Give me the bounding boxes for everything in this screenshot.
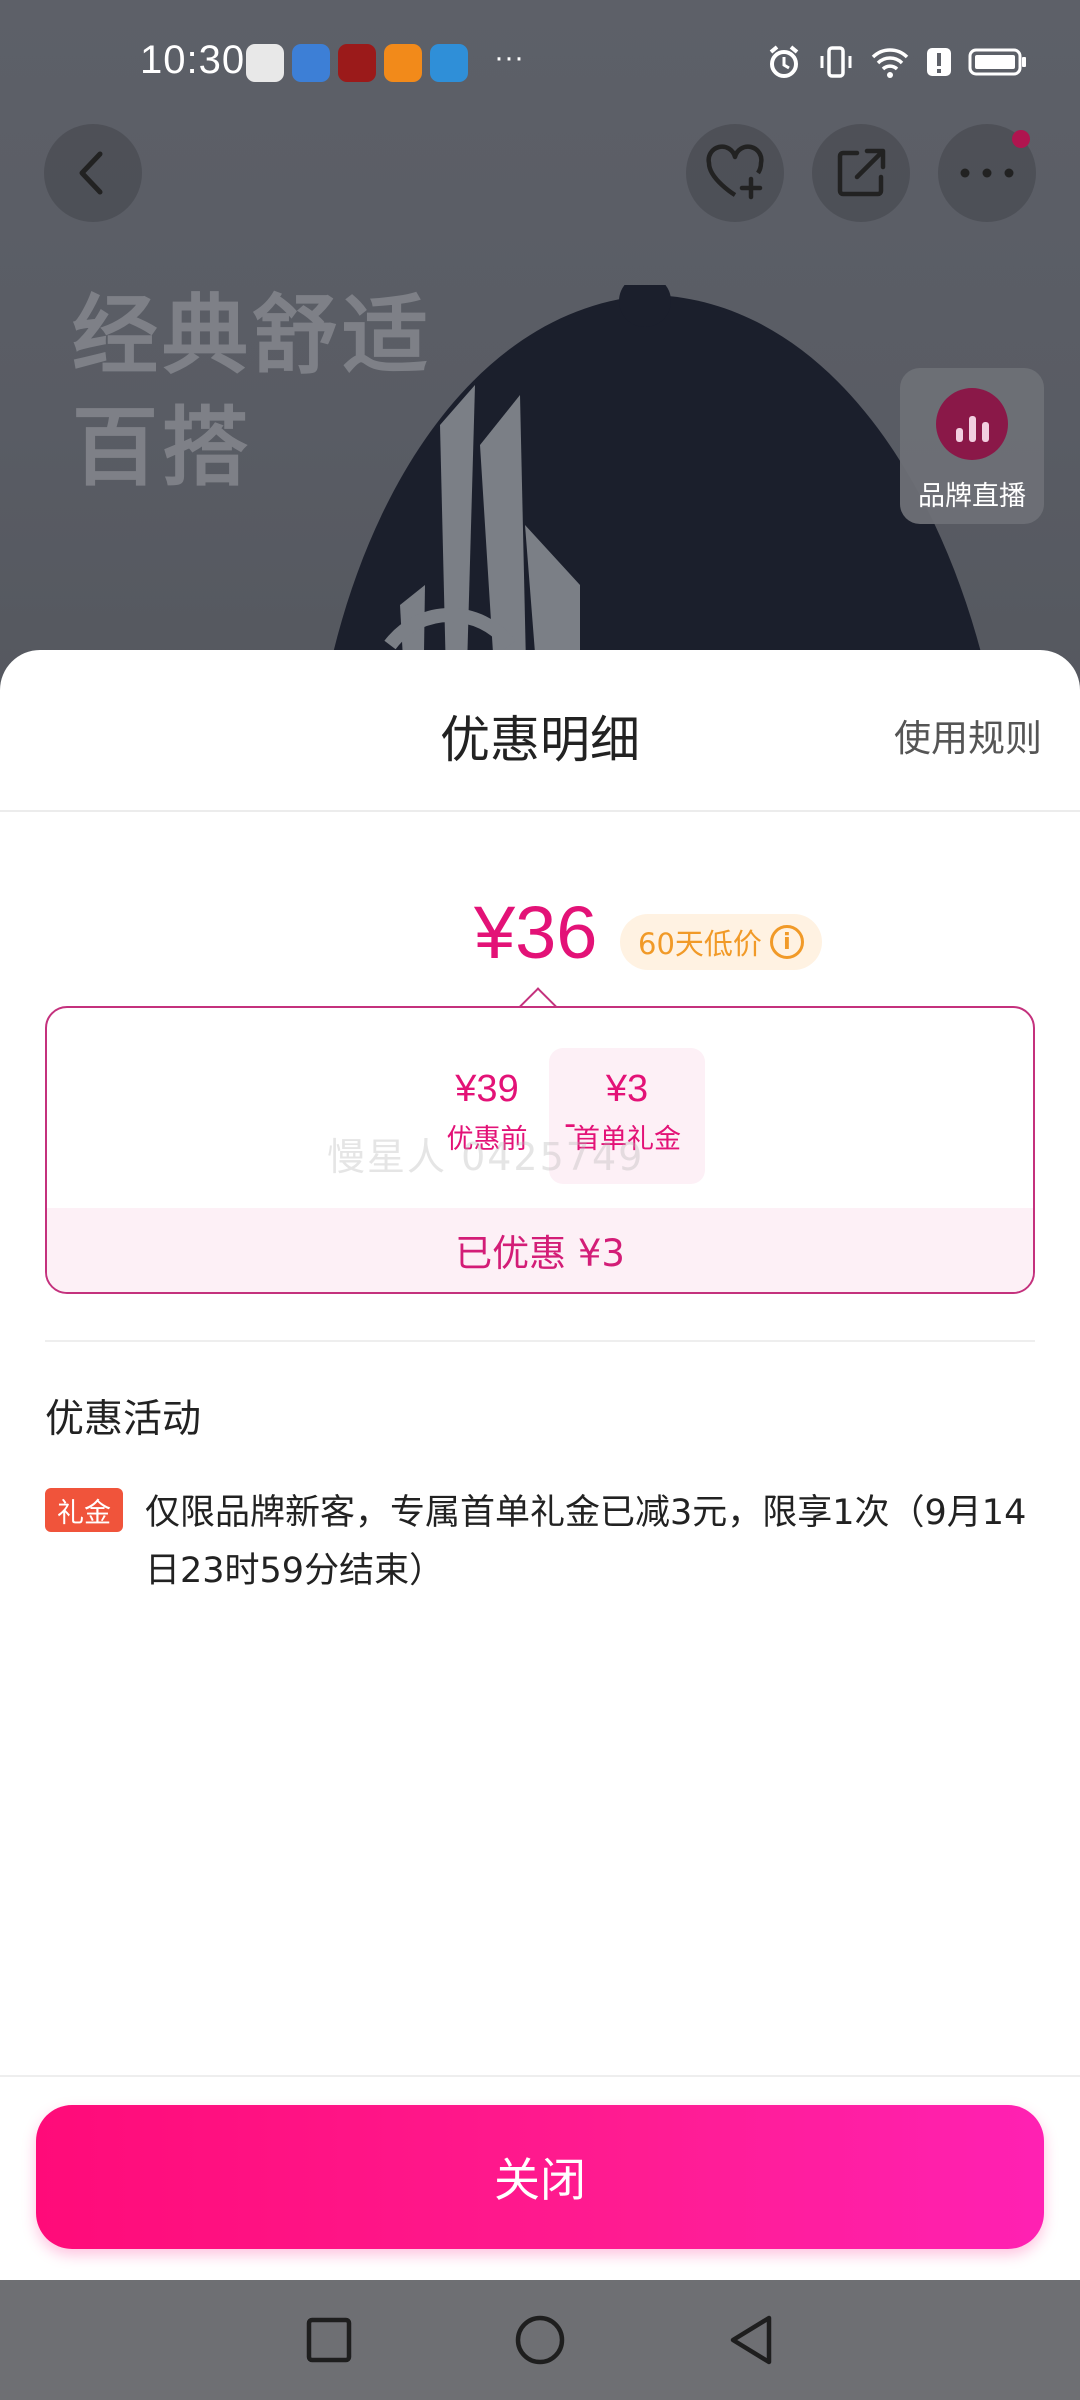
vibrate-icon bbox=[820, 46, 852, 78]
final-price-row: ¥36 60天低价 i bbox=[0, 890, 1080, 980]
coupon-discount-value: ¥3 bbox=[605, 1068, 649, 1110]
wifi-icon bbox=[871, 48, 909, 78]
notification-app-icon bbox=[246, 44, 284, 82]
gift-money-tag: 礼金 bbox=[45, 1488, 123, 1532]
status-time: 10:30 bbox=[140, 38, 246, 82]
heart-add-icon bbox=[706, 144, 764, 200]
discount-detail-sheet: 优惠明细 使用规则 ¥36 60天低价 i ¥39 优惠前 - ¥3 首单礼金 … bbox=[0, 650, 1080, 2280]
final-price: ¥36 bbox=[474, 891, 598, 974]
live-stats-icon bbox=[936, 388, 1008, 460]
notification-app-icon bbox=[384, 44, 422, 82]
product-page-backdrop: 10:30 ··· 经典舒适 百搭 品牌直播 bbox=[0, 0, 1080, 700]
recent-apps-icon[interactable] bbox=[305, 2316, 353, 2364]
activities-title: 优惠活动 bbox=[45, 1397, 202, 1442]
info-icon: i bbox=[769, 925, 804, 959]
low-price-badge[interactable]: 60天低价 i bbox=[620, 914, 822, 970]
system-navigation-bar bbox=[0, 2280, 1080, 2400]
notification-dot bbox=[1012, 130, 1030, 148]
total-saved-bar: 已优惠 ¥3 bbox=[47, 1208, 1033, 1292]
more-dots-icon bbox=[960, 168, 1014, 178]
price-breakdown-box: ¥39 优惠前 - ¥3 首单礼金 慢星人 0425749 已优惠 ¥3 bbox=[45, 1006, 1035, 1294]
alert-icon bbox=[927, 48, 951, 76]
back-button[interactable] bbox=[44, 124, 142, 222]
user-watermark: 慢星人 0425749 bbox=[327, 1135, 645, 1179]
usage-rules-link[interactable]: 使用规则 bbox=[894, 708, 1042, 762]
low-price-badge-label: 60天低价 bbox=[638, 927, 762, 961]
battery-icon bbox=[968, 48, 1026, 76]
status-bar: 10:30 ··· bbox=[0, 0, 1080, 105]
close-button[interactable]: 关闭 bbox=[36, 2105, 1044, 2249]
favorite-button[interactable] bbox=[686, 124, 784, 222]
system-status-icons bbox=[766, 44, 1028, 80]
sheet-header: 优惠明细 使用规则 bbox=[0, 650, 1080, 812]
promo-activity-text: 仅限品牌新客，专属首单礼金已减3元，限享1次（9月14日23时59分结束） bbox=[145, 1493, 1027, 1591]
share-button[interactable] bbox=[812, 124, 910, 222]
more-notifications-icon: ··· bbox=[494, 41, 524, 74]
brand-live-label: 品牌直播 bbox=[918, 481, 1026, 512]
share-icon bbox=[837, 148, 886, 197]
chevron-left-icon bbox=[79, 151, 103, 195]
footer-divider bbox=[0, 2075, 1080, 2077]
brand-live-button[interactable]: 品牌直播 bbox=[900, 368, 1044, 524]
notification-app-icon bbox=[292, 44, 330, 82]
more-button[interactable] bbox=[938, 124, 1036, 222]
notification-app-icon bbox=[338, 44, 376, 82]
notification-app-icon bbox=[430, 44, 468, 82]
section-divider bbox=[45, 1340, 1035, 1342]
home-icon[interactable] bbox=[513, 2313, 567, 2367]
notification-icons: ··· bbox=[246, 41, 524, 82]
alarm-icon bbox=[769, 45, 799, 78]
back-nav-icon[interactable] bbox=[727, 2314, 775, 2366]
